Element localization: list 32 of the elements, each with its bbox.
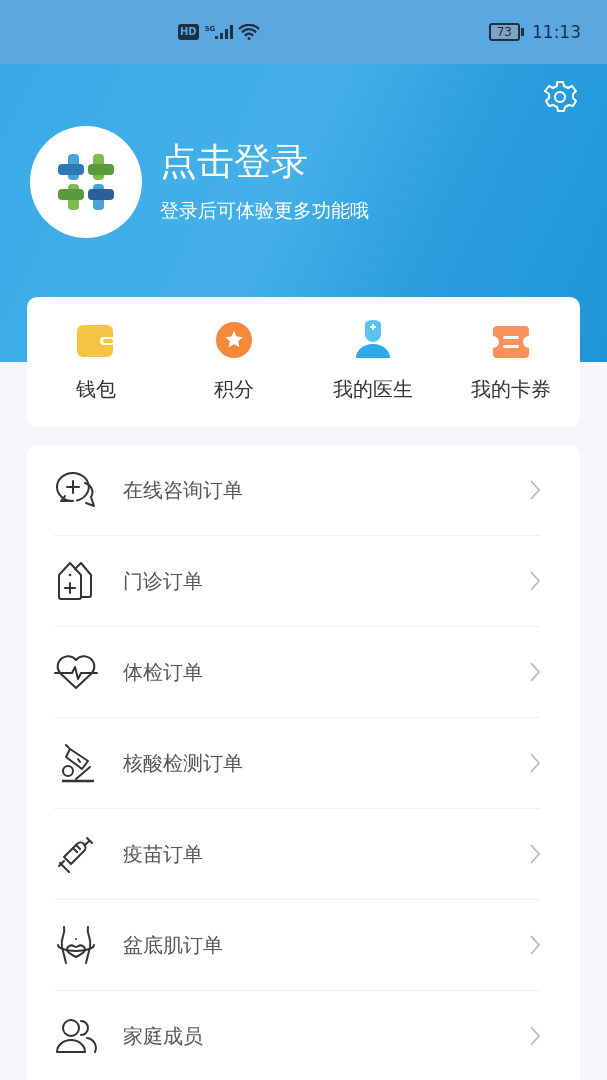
menu-item[interactable]: 核酸检测订单 [54,718,540,809]
heart-pulse-icon [54,654,98,690]
coupon-icon [492,326,529,358]
quick-action[interactable]: 我的卡券 [441,297,580,427]
chevron-right-icon [530,935,540,955]
menu-item[interactable]: 盆底肌订单 [54,900,540,991]
doctor-icon [355,320,390,358]
chevron-right-icon [530,1026,540,1046]
quick-action[interactable]: 钱包 [27,297,166,427]
people-icon [55,1018,97,1054]
menu-item[interactable]: 家庭成员 [54,991,540,1080]
menu-item[interactable]: 疫苗订单 [54,809,540,900]
menu-item[interactable]: 在线咨询订单 [54,445,540,536]
pelvis-icon [54,925,98,965]
syringe-icon [57,835,95,873]
settings-icon[interactable] [543,80,577,114]
login-subtitle: 登录后可体验更多功能哦 [160,198,369,223]
quick-action[interactable]: 我的医生 [303,297,442,427]
wifi-icon [238,24,261,40]
chevron-right-icon [530,753,540,773]
hd-badge: HD [178,24,199,40]
menu-item[interactable]: 体检订单 [54,627,540,718]
chevron-right-icon [530,844,540,864]
chat-plus-icon [55,471,97,509]
quick-action[interactable]: 积分 [165,297,304,427]
chevron-right-icon [530,662,540,682]
chevron-right-icon [530,480,540,500]
chevron-right-icon [530,571,540,591]
signal-icon [215,25,234,39]
menu-item[interactable]: 门诊订单 [54,536,540,627]
clock-time: 11:13 [532,22,581,42]
building-cross-icon [57,561,95,601]
